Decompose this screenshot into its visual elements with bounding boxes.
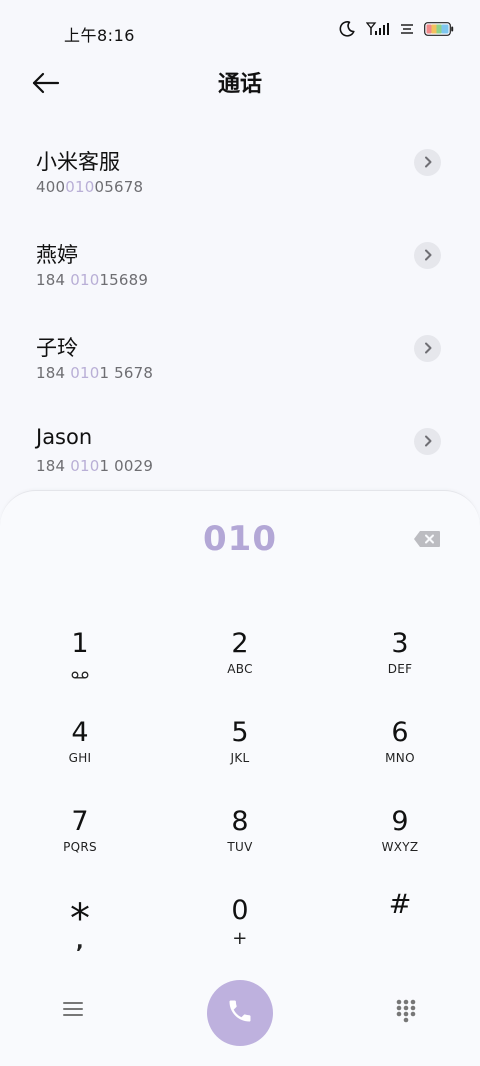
key-star[interactable]: * , <box>20 868 140 953</box>
key-0[interactable]: 0 + <box>180 868 300 950</box>
menu-icon <box>62 1002 84 1022</box>
signal-icon <box>366 22 390 36</box>
key-letters: MNO <box>385 751 415 765</box>
header: 通话 <box>0 60 480 106</box>
contact-number: 184 0101 5678 <box>36 364 154 382</box>
contact-detail-button[interactable] <box>414 428 441 455</box>
contact-detail-button[interactable] <box>414 335 441 362</box>
voicemail-icon <box>71 664 89 683</box>
key-digit: # <box>388 889 412 920</box>
key-4[interactable]: 4 GHI <box>20 690 140 770</box>
page-title: 通话 <box>217 72 262 97</box>
chevron-right-icon <box>423 153 433 172</box>
key-letters: WXYZ <box>381 840 419 854</box>
key-letters: GHI <box>68 751 92 765</box>
contact-number: 40001005678 <box>36 178 144 196</box>
keypad-toggle-button[interactable] <box>395 999 417 1023</box>
dial-number-display[interactable]: 010 <box>0 519 480 559</box>
chevron-right-icon <box>423 339 433 358</box>
contact-detail-button[interactable] <box>414 242 441 269</box>
dialpad-icon <box>395 999 417 1027</box>
status-time: 上午8:16 <box>64 26 135 45</box>
key-7[interactable]: 7 PQRS <box>20 779 140 859</box>
number-match-highlight: 010 <box>65 178 95 196</box>
contact-number: 184 01015689 <box>36 271 149 289</box>
phone-icon <box>226 997 254 1029</box>
key-5[interactable]: 5 JKL <box>180 690 300 770</box>
key-letters: + <box>232 928 248 949</box>
key-digit: 0 <box>231 895 249 926</box>
key-6[interactable]: 6 MNO <box>340 690 460 770</box>
key-9[interactable]: 9 WXYZ <box>340 779 460 859</box>
key-letters: JKL <box>230 751 250 765</box>
key-digit: 9 <box>391 806 409 837</box>
moon-icon <box>338 20 356 38</box>
key-letters: ABC <box>227 662 253 676</box>
contact-name: 燕婷 <box>36 243 78 267</box>
key-digit: 1 <box>71 628 89 659</box>
number-match-highlight: 010 <box>70 457 100 475</box>
call-button[interactable] <box>207 980 273 1046</box>
chevron-right-icon <box>423 432 433 451</box>
key-digit: 3 <box>391 628 409 659</box>
key-2[interactable]: 2 ABC <box>180 601 300 681</box>
contact-name: 子玲 <box>36 336 78 360</box>
status-icons <box>338 20 454 38</box>
key-letters: TUV <box>227 840 253 854</box>
wifi-icon <box>400 23 414 35</box>
key-digit: 2 <box>231 628 249 659</box>
key-digit: 4 <box>71 717 89 748</box>
key-digit: 5 <box>231 717 249 748</box>
bottom-action-bar <box>0 978 480 1048</box>
backspace-button[interactable] <box>413 530 441 548</box>
backspace-icon <box>413 531 441 552</box>
key-digit: 6 <box>391 717 409 748</box>
contact-name: Jason <box>36 425 93 449</box>
contact-item[interactable]: 小米客服 40001005678 <box>0 128 480 221</box>
chevron-right-icon <box>423 246 433 265</box>
contact-item[interactable]: Jason 184 0101 0029 <box>0 407 480 500</box>
contact-item[interactable]: 子玲 184 0101 5678 <box>0 314 480 407</box>
key-letters: PQRS <box>63 840 97 854</box>
contact-name: 小米客服 <box>36 150 120 174</box>
battery-icon <box>424 22 454 36</box>
contact-list: 小米客服 40001005678 燕婷 184 01015689 子玲 184 … <box>0 128 480 500</box>
key-digit: 8 <box>231 806 249 837</box>
key-letters: DEF <box>387 662 413 676</box>
number-match-highlight: 010 <box>70 364 100 382</box>
key-letters: , <box>76 929 84 953</box>
menu-button[interactable] <box>62 1000 86 1020</box>
key-3[interactable]: 3 DEF <box>340 601 460 681</box>
number-match-highlight: 010 <box>70 271 100 289</box>
contact-number: 184 0101 0029 <box>36 457 154 475</box>
key-8[interactable]: 8 TUV <box>180 779 300 859</box>
key-hash[interactable]: # <box>340 868 460 948</box>
key-1[interactable]: 1 <box>20 601 140 681</box>
key-digit: 7 <box>71 806 89 837</box>
contact-item[interactable]: 燕婷 184 01015689 <box>0 221 480 314</box>
dialer-screen: 上午8:16 通话 小米客服 40001005678 燕婷 184 010156… <box>0 0 480 1066</box>
contact-detail-button[interactable] <box>414 149 441 176</box>
status-bar: 上午8:16 <box>0 0 480 60</box>
